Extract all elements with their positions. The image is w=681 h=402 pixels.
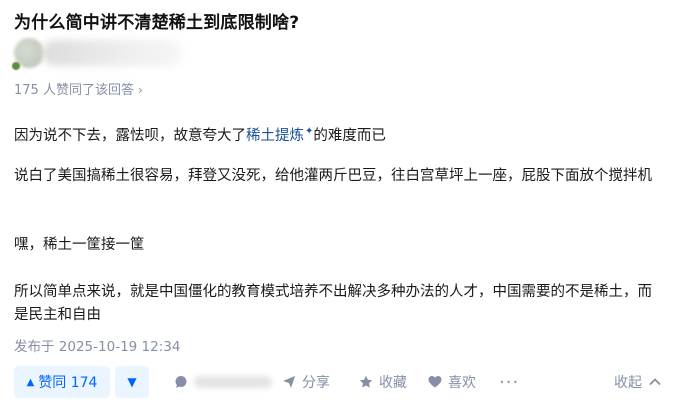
heart-icon bbox=[428, 376, 442, 388]
author-row[interactable] bbox=[12, 32, 212, 72]
question-title[interactable]: 为什么简中讲不清楚稀土到底限制啥? bbox=[14, 8, 299, 33]
like-label: 喜欢 bbox=[448, 375, 476, 391]
favorite-button[interactable]: 收藏 bbox=[359, 366, 407, 398]
more-dots-icon: ··· bbox=[499, 371, 520, 393]
share-button[interactable]: 分享 bbox=[282, 366, 330, 398]
avatar-badge-icon bbox=[12, 62, 20, 70]
action-bar: ▲ 赞同 174 ▼ 分享 收藏 喜欢 ··· 收起 bbox=[14, 366, 674, 398]
answer-paragraph: 嘿，稀土一筐接一筐 bbox=[14, 237, 145, 253]
answer-paragraph: 说白了美国搞稀土很容易，拜登又没死，给他灌两斤巴豆，往白宫草坪上一座，屁股下面放… bbox=[14, 168, 652, 184]
triangle-up-icon: ▲ bbox=[26, 376, 35, 388]
chevron-right-icon: › bbox=[137, 83, 143, 97]
collapse-label: 收起 bbox=[614, 375, 642, 391]
paragraph-text: 因为说不下去，露怯呗，故意夸大了 bbox=[14, 127, 246, 144]
search-link[interactable]: 稀土提炼 bbox=[246, 128, 304, 144]
star-icon bbox=[359, 375, 373, 388]
likes-note[interactable]: 175 人赞同了该回答 › bbox=[14, 79, 143, 98]
collapse-button[interactable]: 收起 bbox=[614, 366, 662, 398]
vote-up-label: 赞同 174 bbox=[38, 375, 98, 391]
answer-paragraph: 所以简单点来说，就是中国僵化的教育模式培养不出解决多种办法的人才，中国需要的不是… bbox=[14, 284, 652, 323]
triangle-down-icon: ▼ bbox=[127, 375, 137, 389]
publish-timestamp[interactable]: 发布于 2025-10-19 12:34 bbox=[14, 335, 180, 355]
likes-note-text: 175 人赞同了该回答 bbox=[14, 83, 134, 98]
vote-up-button[interactable]: ▲ 赞同 174 bbox=[14, 366, 110, 398]
favorite-label: 收藏 bbox=[379, 375, 407, 391]
paragraph-text: 的难度而已 bbox=[313, 127, 386, 144]
comment-icon bbox=[175, 376, 187, 388]
answer-paragraph: 因为说不下去，露怯呗，故意夸大了稀土提炼✦的难度而已 bbox=[14, 120, 386, 148]
vote-down-button[interactable]: ▼ bbox=[115, 366, 149, 398]
like-button[interactable]: 喜欢 bbox=[428, 366, 476, 398]
comment-button[interactable] bbox=[174, 366, 272, 398]
chevron-up-icon bbox=[649, 378, 661, 386]
comment-count-redacted bbox=[194, 376, 272, 388]
share-icon bbox=[283, 376, 295, 388]
more-button[interactable]: ··· bbox=[499, 366, 519, 398]
author-name-redacted bbox=[42, 40, 182, 66]
share-label: 分享 bbox=[302, 375, 330, 391]
